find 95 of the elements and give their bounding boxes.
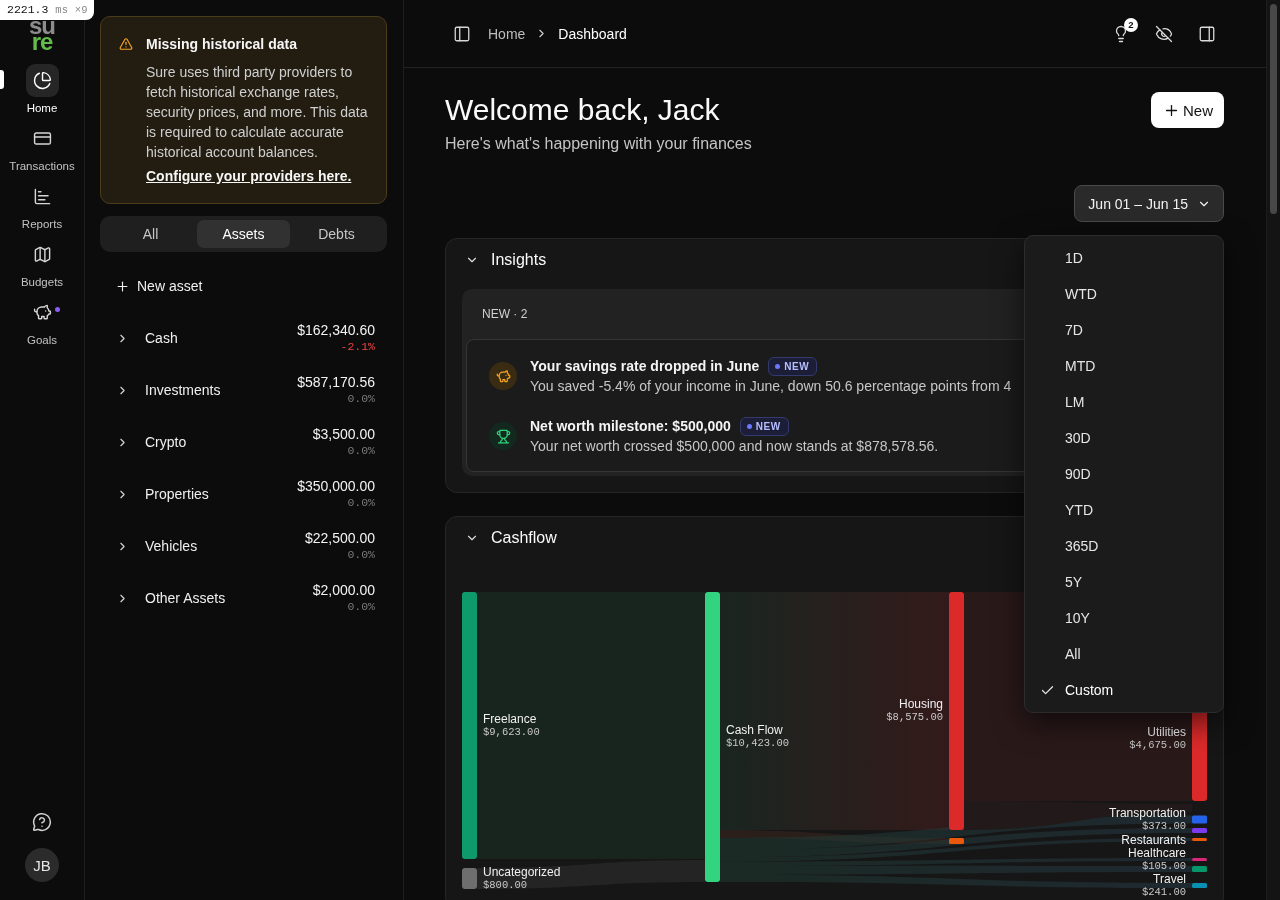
menu-item[interactable]: MTD [1029,348,1219,384]
node-amount: $8,575.00 [886,711,943,724]
plus-icon [115,278,130,294]
new-button[interactable]: New [1151,92,1224,128]
menu-item[interactable]: LM [1029,384,1219,420]
account-name: Vehicles [145,538,198,554]
balance-change: 0.0% [347,547,375,562]
section-title: Cashflow [491,529,557,547]
menu-item[interactable]: 5Y [1029,564,1219,600]
node-label: Travel [1153,872,1186,886]
group-label: NEW · 2 [482,307,528,321]
node-label: Freelance [483,712,537,726]
menu-item[interactable]: All [1029,636,1219,672]
pie-chart-icon [25,64,59,97]
node-amount: $241.00 [1141,885,1186,899]
node-label: Uncategorized [483,865,561,879]
account-name: Cash [145,330,178,346]
page-title: Welcome back, Jack [445,92,720,128]
balance-change: 0.0% [347,443,375,458]
node-label: Transportation [1109,806,1186,820]
node-amount: $373.00 [1141,819,1186,833]
menu-item[interactable]: YTD [1029,492,1219,528]
nav-item[interactable]: Reports [0,180,84,232]
tab[interactable]: All [104,220,197,248]
node-amount: $800.00 [483,878,528,892]
menu-item[interactable]: 1D [1029,240,1219,276]
balance-change: 0.0% [347,599,375,614]
map-icon [32,245,52,264]
menu-item[interactable]: Custom [1029,672,1219,708]
credit-card-icon [32,129,52,148]
logo: su re [29,18,55,50]
menu-item[interactable]: 30D [1029,420,1219,456]
menu-item[interactable]: WTD [1029,276,1219,312]
node-label: Healthcare [1127,846,1186,860]
node-label: Cash Flow [726,724,783,737]
insight-title: Your savings rate dropped in June [530,357,760,376]
node-amount: $10,423.00 [726,737,789,750]
section-title: Insights [491,251,547,269]
account-balance: $2,000.00 [312,582,375,599]
nav-item[interactable]: Home [0,64,84,116]
menu-item[interactable]: 7D [1029,312,1219,348]
account-name: Properties [145,486,209,502]
dot-icon [775,363,781,369]
tab[interactable]: Assets [197,220,290,248]
warning-icon [119,37,133,51]
alert-title: Missing historical data [146,35,298,54]
page-subtitle: Here's what's happening with your finances [445,134,752,154]
bar-chart-icon [32,187,52,206]
node-label: Housing [898,698,943,711]
node-amount: $105.00 [1141,859,1186,873]
menu-item[interactable]: 10Y [1029,600,1219,636]
account-balance: $587,170.56 [297,374,375,391]
nav-item[interactable]: Transactions [0,122,84,174]
breadcrumb-link[interactable]: Home [488,25,526,42]
menu-item[interactable]: 365D [1029,528,1219,564]
status-label: NEW [755,420,781,432]
insight-description: You saved -5.4% of your income in June, down 50.6 percentage points from 4 [530,377,1012,396]
status-label: NEW [784,360,810,372]
insight-title: Net worth milestone: $500,000 [530,417,731,436]
user-avatar[interactable]: JB [25,848,59,882]
new-asset-button[interactable]: New asset [100,270,207,302]
node-label: Restaurants [1121,833,1186,846]
alert-message: Sure uses third party providers to fetch historical exchange rates, security prices, and more. This data is required to calculate accurate historical account balances. [146,63,369,162]
piggy-bank-icon [489,362,517,390]
account-balance: $22,500.00 [304,530,375,547]
account-balance: $350,000.00 [297,478,375,495]
account-name: Other Assets [145,590,226,606]
nav-item[interactable]: Budgets [0,238,84,290]
panel-left-icon[interactable] [453,24,471,43]
account-balance: $3,500.00 [312,426,375,443]
node-label: Utilities [1147,726,1186,739]
piggy-bank-icon [32,303,52,322]
menu-item[interactable]: 90D [1029,456,1219,492]
tab[interactable]: Debts [290,220,383,248]
notification-count: 2 [1124,17,1138,32]
help-icon[interactable] [32,812,52,832]
breadcrumb-current: Dashboard [558,25,627,42]
account-balance: $162,340.60 [297,322,375,339]
balance-change: 0.0% [347,495,375,510]
balance-change: 0.0% [347,391,375,406]
dot-icon [746,423,752,429]
timing-overlay: 2221.3 ms ×9 [0,0,95,20]
eye-off-icon[interactable] [1155,24,1173,43]
balance-change: -2.1% [340,339,375,354]
node-amount: $9,623.00 [483,725,540,739]
node-amount: $4,675.00 [1129,739,1186,752]
trophy-icon [489,422,517,450]
account-name: Crypto [145,434,187,450]
account-name: Investments [145,382,221,398]
scrollbar-thumb[interactable] [1270,4,1277,214]
panel-right-icon[interactable] [1198,24,1216,43]
insight-description: Your net worth crossed $500,000 and now stands at $878,578.56. [530,437,939,456]
configure-providers-link[interactable]: Configure your providers here. [146,166,352,186]
nav-item[interactable]: Goals [0,296,84,348]
date-range-button[interactable]: Jun 01 – Jun 15 [1074,185,1224,222]
